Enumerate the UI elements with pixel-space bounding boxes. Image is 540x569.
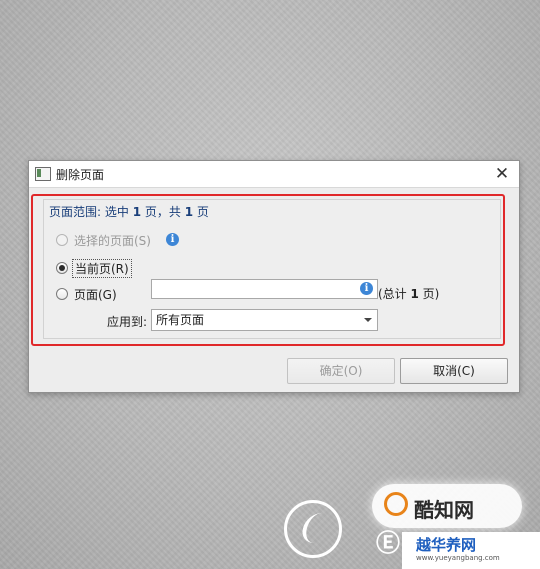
delete-pages-dialog: 删除页面 ✕ 页面范围: 选中 1 页，共 1 页 选择的页面(S) i 当前页…: [28, 160, 520, 393]
brand-ring-icon: [384, 492, 408, 516]
site-mark-icon: Ⓔ: [376, 529, 400, 557]
dialog-titlebar: 删除页面 ✕: [29, 161, 519, 188]
cancel-button[interactable]: 取消(C): [400, 358, 508, 384]
watermark-logo: 酷知网 Ⓔ 越华养网 www.yueyangbang.com: [280, 484, 540, 569]
site-url: www.yueyangbang.com: [416, 554, 500, 562]
site-name: 越华养网: [416, 536, 477, 554]
brand-name: 酷知网: [414, 498, 474, 522]
ok-button[interactable]: 确定(O): [287, 358, 395, 384]
app-window-icon: [35, 167, 51, 181]
swirl-logo-icon: [284, 500, 342, 558]
close-button[interactable]: ✕: [491, 163, 513, 185]
highlight-frame: [31, 194, 505, 346]
dialog-title: 删除页面: [56, 168, 105, 182]
